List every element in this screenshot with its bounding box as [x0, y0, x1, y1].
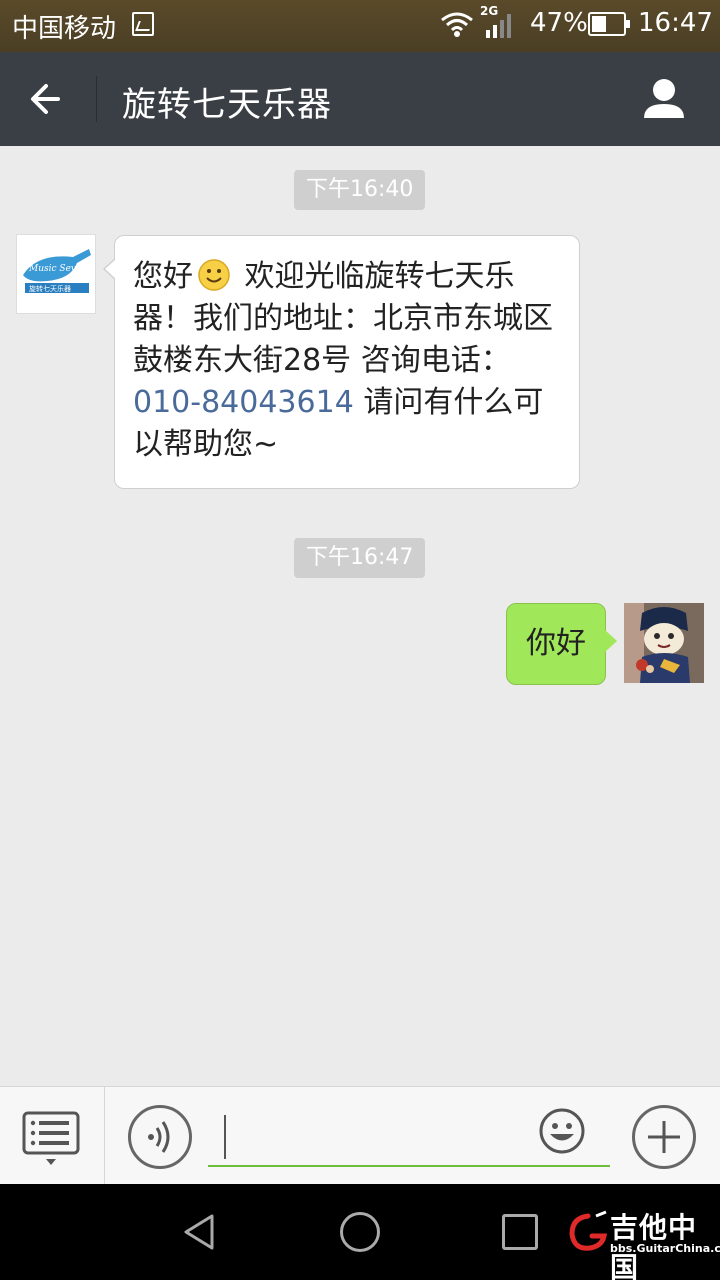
input-bar	[0, 1086, 720, 1185]
smile-emoji-icon	[198, 259, 230, 291]
cartoon-character-avatar	[624, 603, 704, 683]
shop-avatar[interactable]: Music Seven 旋转七天乐器	[16, 234, 96, 314]
plus-icon	[648, 1121, 680, 1153]
signal-icon	[486, 14, 511, 38]
guitar-china-logo-icon	[569, 1210, 608, 1251]
nav-recent-apps-icon[interactable]	[502, 1214, 538, 1250]
battery-percent: 47%	[530, 8, 588, 38]
phone-link[interactable]: 010-84043614	[133, 385, 354, 420]
nav-home-icon[interactable]	[340, 1212, 380, 1252]
svg-text:Music Seven: Music Seven	[28, 264, 87, 274]
timestamp: 下午16:40	[294, 170, 426, 210]
svg-text:旋转七天乐器: 旋转七天乐器	[29, 284, 71, 293]
chat-area[interactable]: 下午16:40 Music Seven 旋转七天乐器 您好 欢迎光临旋转七天乐器…	[0, 146, 720, 1086]
title-divider	[96, 76, 97, 122]
watermark-url: bbs.GuitarChina.com	[610, 1242, 720, 1255]
outgoing-message-bubble[interactable]: 你好	[506, 603, 617, 685]
image-notification-icon	[132, 12, 154, 36]
title-bar: 旋转七天乐器	[0, 52, 720, 146]
system-nav-bar: 吉他中国 bbs.GuitarChina.com	[0, 1184, 720, 1280]
battery-icon	[588, 12, 630, 36]
incoming-message-bubble[interactable]: 您好 欢迎光临旋转七天乐器！我们的地址：北京市东城区鼓楼东大街28号 咨询电话：…	[103, 235, 580, 489]
message-text: 欢迎光临旋转七天乐器！我们的地址：北京市东城区鼓楼东大街28号 咨询电话：	[133, 259, 553, 378]
profile-icon[interactable]	[636, 72, 692, 128]
music-seven-logo: Music Seven 旋转七天乐器	[17, 235, 95, 313]
message-text: 你好	[526, 626, 586, 661]
status-bar: 中国移动 2G 47% 16:47	[0, 0, 720, 52]
input-divider	[104, 1087, 105, 1185]
my-avatar[interactable]	[624, 603, 704, 683]
text-cursor	[224, 1115, 226, 1159]
wifi-icon	[441, 12, 473, 37]
carrier-label: 中国移动	[12, 14, 117, 44]
watermark: 吉他中国 bbs.GuitarChina.com	[566, 1206, 720, 1280]
more-options-button[interactable]	[632, 1105, 696, 1169]
menu-list-icon[interactable]	[18, 1107, 84, 1173]
voice-input-button[interactable]	[128, 1105, 192, 1169]
message-text: 您好	[133, 259, 193, 294]
clock: 16:47	[638, 8, 713, 38]
back-arrow-icon[interactable]	[22, 74, 72, 124]
emoji-icon[interactable]	[538, 1107, 586, 1155]
timestamp: 下午16:47	[294, 538, 426, 578]
nav-back-icon[interactable]	[180, 1212, 220, 1252]
voice-icon	[148, 1121, 170, 1153]
chat-title: 旋转七天乐器	[122, 85, 332, 125]
